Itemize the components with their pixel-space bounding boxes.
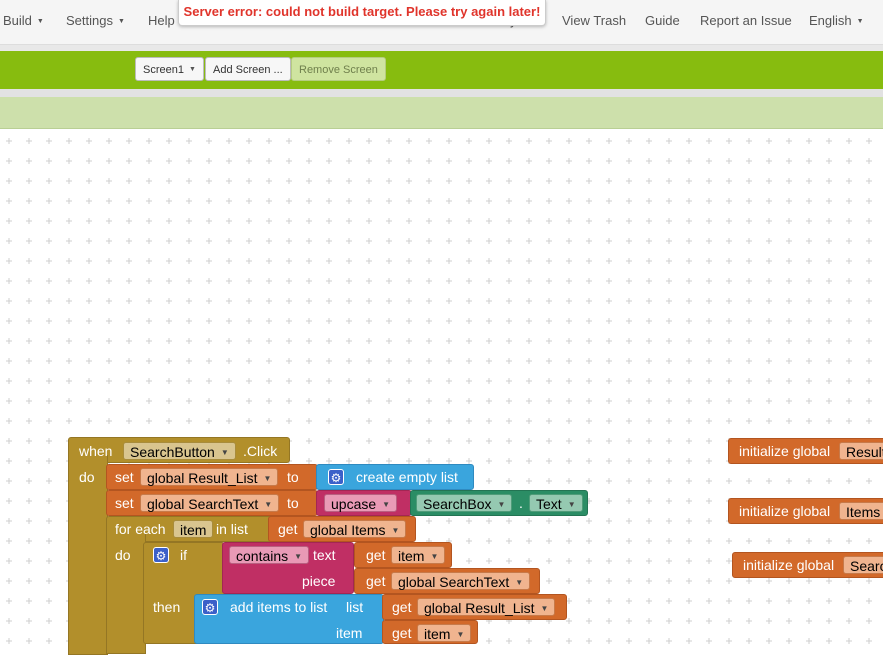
menu-settings[interactable]: Settings ▼: [66, 13, 125, 28]
property-dropdown[interactable]: Text ▼: [529, 494, 583, 512]
variable-dropdown[interactable]: item ▼: [391, 546, 446, 564]
text-function-dropdown[interactable]: upcase ▼: [324, 494, 398, 512]
to-label: to: [287, 495, 299, 511]
caret-down-icon: ▼: [263, 474, 272, 483]
divider: [0, 89, 883, 97]
for-each-label: for each: [115, 521, 166, 537]
caret-down-icon: ▼: [567, 500, 576, 509]
get-label: get: [366, 547, 386, 563]
menu-help[interactable]: Help: [148, 13, 175, 28]
caret-down-icon: ▼: [264, 500, 273, 509]
add-items-label: add items to list: [230, 599, 328, 615]
menu-report-issue[interactable]: Report an Issue: [700, 13, 792, 28]
menu-view-trash[interactable]: View Trash: [562, 13, 626, 28]
menu-language[interactable]: English ▼: [809, 13, 864, 28]
component-dropdown[interactable]: SearchBox ▼: [416, 494, 513, 512]
menu-guide[interactable]: Guide: [645, 13, 680, 28]
caret-down-icon: ▼: [117, 18, 125, 25]
gear-icon[interactable]: ⚙: [202, 599, 218, 615]
variable-name-field[interactable]: Result_List: [839, 442, 883, 460]
workspace-header: [0, 97, 883, 129]
variable-dropdown[interactable]: global SearchText ▼: [140, 494, 280, 512]
text-function-dropdown[interactable]: contains ▼: [229, 546, 310, 564]
in-list-label: in list: [216, 521, 248, 537]
menu-build[interactable]: Build ▼: [3, 13, 44, 28]
then-label: then: [153, 599, 181, 615]
variable-dropdown[interactable]: global Result_List ▼: [140, 468, 279, 486]
get-label: get: [392, 599, 412, 615]
initialize-global-result-list-block[interactable]: initialize global Result_List: [728, 438, 883, 464]
caret-down-icon: ▼: [294, 552, 303, 561]
caret-down-icon: ▼: [220, 448, 229, 457]
when-label: when: [79, 443, 113, 459]
designer-toolbar: Screen1 ▼ Add Screen ... Remove Screen: [0, 51, 883, 89]
dot-label: .: [519, 495, 523, 511]
piece-socket-label: piece: [302, 573, 336, 589]
list-socket-label: list: [346, 599, 364, 615]
do-label: do: [115, 547, 131, 563]
gear-icon[interactable]: ⚙: [328, 469, 344, 485]
error-notification: Server error: could not build target. Pl…: [178, 0, 546, 26]
caret-down-icon: ▼: [188, 66, 196, 73]
caret-down-icon: ▼: [382, 500, 391, 509]
caret-down-icon: ▼: [540, 604, 549, 613]
variable-name-field[interactable]: SearchText: [843, 556, 883, 574]
create-empty-list-label: create empty list: [356, 469, 458, 485]
variable-dropdown[interactable]: global Items ▼: [303, 520, 407, 538]
component-dropdown[interactable]: SearchButton ▼: [123, 442, 236, 460]
if-label: if: [180, 547, 187, 563]
get-label: get: [278, 521, 298, 537]
caret-down-icon: ▼: [430, 552, 439, 561]
do-label: do: [79, 469, 95, 485]
initialize-global-search-text-block[interactable]: initialize global SearchText: [732, 552, 883, 578]
gear-icon[interactable]: ⚙: [153, 547, 169, 563]
variable-name-field[interactable]: Items: [839, 502, 883, 520]
add-screen-button[interactable]: Add Screen ...: [205, 57, 291, 81]
caret-down-icon: ▼: [36, 18, 44, 25]
variable-dropdown[interactable]: global SearchText ▼: [391, 572, 531, 590]
set-label: set: [115, 495, 134, 511]
get-label: get: [392, 625, 412, 641]
variable-dropdown[interactable]: global Result_List ▼: [417, 598, 556, 616]
caret-down-icon: ▼: [497, 500, 506, 509]
remove-screen-button[interactable]: Remove Screen: [291, 57, 386, 81]
screen-select-button[interactable]: Screen1 ▼: [135, 57, 204, 81]
loop-variable-field[interactable]: item: [173, 520, 214, 538]
to-label: to: [287, 469, 299, 485]
caret-down-icon: ▼: [856, 18, 864, 25]
caret-down-icon: ▼: [456, 630, 465, 639]
caret-down-icon: ▼: [515, 578, 524, 587]
initialize-global-items-block[interactable]: initialize global Items: [728, 498, 883, 524]
item-socket-label: item: [336, 625, 363, 641]
text-socket-label: text: [313, 547, 336, 563]
set-label: set: [115, 469, 134, 485]
event-name-label: .Click: [243, 443, 278, 459]
variable-dropdown[interactable]: item ▼: [417, 624, 472, 642]
caret-down-icon: ▼: [391, 526, 400, 535]
get-label: get: [366, 573, 386, 589]
